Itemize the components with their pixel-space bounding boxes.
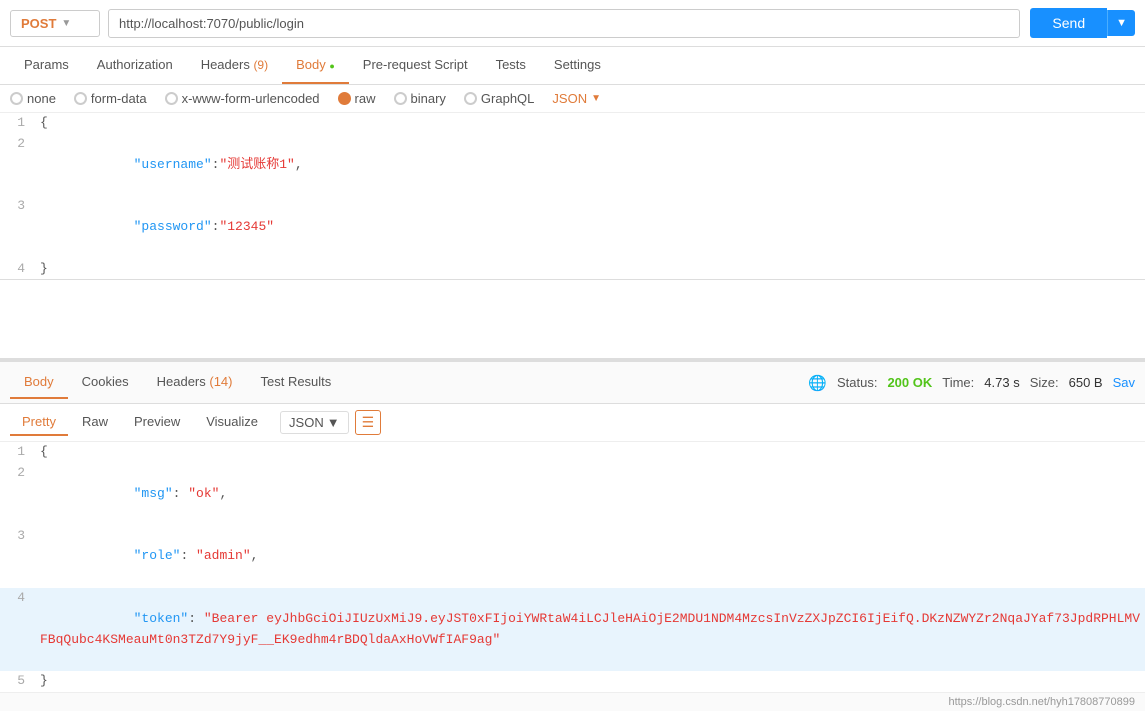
radio-binary xyxy=(394,92,407,105)
response-time: 4.73 s xyxy=(984,375,1019,390)
url-input[interactable] xyxy=(108,9,1020,38)
response-code-area: 1 { 2 "msg": "ok", 3 "role": "admin", 4 … xyxy=(0,442,1145,692)
wrap-icon-button[interactable]: ☰ xyxy=(355,410,382,435)
tab-authorization[interactable]: Authorization xyxy=(83,47,187,84)
format-arrow-icon: ▼ xyxy=(591,93,601,104)
format-selector[interactable]: JSON ▼ xyxy=(552,91,601,106)
radio-raw xyxy=(338,92,351,105)
resp-line-4: 4 "token": "Bearer eyJhbGciOiJIUzUxMiJ9.… xyxy=(0,588,1145,671)
resp-format-arrow-icon: ▼ xyxy=(327,415,340,430)
send-button-group: Send ▼ xyxy=(1030,8,1135,38)
radio-form-data xyxy=(74,92,87,105)
send-button[interactable]: Send xyxy=(1030,8,1107,38)
request-tabs: Params Authorization Headers (9) Body ● … xyxy=(0,47,1145,85)
tab-body[interactable]: Body ● xyxy=(282,47,349,84)
tab-settings[interactable]: Settings xyxy=(540,47,615,84)
resp-tab-headers[interactable]: Headers (14) xyxy=(143,366,247,399)
response-status-row: 🌐 Status: 200 OK Time: 4.73 s Size: 650 … xyxy=(808,374,1135,392)
format-label: JSON xyxy=(552,91,587,106)
tab-headers[interactable]: Headers (9) xyxy=(187,47,282,84)
radio-graphql xyxy=(464,92,477,105)
req-line-4: 4 } xyxy=(0,259,1145,280)
tab-tests[interactable]: Tests xyxy=(482,47,540,84)
opt-binary[interactable]: binary xyxy=(394,91,446,106)
footer-link: https://blog.csdn.net/hyh17808770899 xyxy=(948,696,1135,708)
footer: https://blog.csdn.net/hyh17808770899 xyxy=(0,692,1145,711)
opt-none[interactable]: none xyxy=(10,91,56,106)
opt-graphql[interactable]: GraphQL xyxy=(464,91,534,106)
opt-urlencoded[interactable]: x-www-form-urlencoded xyxy=(165,91,320,106)
request-code-lines: 1 { 2 "username":"测试账称1", 3 "password":"… xyxy=(0,113,1145,279)
editor-padding xyxy=(0,280,1145,360)
method-selector[interactable]: POST ▼ xyxy=(10,10,100,37)
request-code-area[interactable]: 1 { 2 "username":"测试账称1", 3 "password":"… xyxy=(0,113,1145,280)
wrap-lines-icon: ☰ xyxy=(362,414,375,431)
resp-line-1: 1 { xyxy=(0,442,1145,463)
rbt-preview[interactable]: Preview xyxy=(122,409,192,436)
response-header-bar: Body Cookies Headers (14) Test Results 🌐… xyxy=(0,360,1145,404)
method-arrow-icon: ▼ xyxy=(61,18,71,29)
resp-tab-body[interactable]: Body xyxy=(10,366,68,399)
req-line-2: 2 "username":"测试账称1", xyxy=(0,134,1145,196)
rbt-visualize[interactable]: Visualize xyxy=(194,409,270,436)
tab-prerequest[interactable]: Pre-request Script xyxy=(349,47,482,84)
resp-tab-test-results[interactable]: Test Results xyxy=(246,366,345,399)
response-tabs: Body Cookies Headers (14) Test Results xyxy=(10,366,345,399)
rbt-pretty[interactable]: Pretty xyxy=(10,409,68,436)
req-line-3: 3 "password":"12345" xyxy=(0,196,1145,258)
top-bar: POST ▼ Send ▼ xyxy=(0,0,1145,47)
opt-raw[interactable]: raw xyxy=(338,91,376,106)
radio-none xyxy=(10,92,23,105)
resp-format-label: JSON xyxy=(289,415,324,430)
resp-line-5: 5 } xyxy=(0,671,1145,692)
req-line-1: 1 { xyxy=(0,113,1145,134)
tab-params[interactable]: Params xyxy=(10,47,83,84)
response-size: 650 B xyxy=(1069,375,1103,390)
response-code-lines: 1 { 2 "msg": "ok", 3 "role": "admin", 4 … xyxy=(0,442,1145,692)
opt-form-data[interactable]: form-data xyxy=(74,91,147,106)
resp-body-tabs-row: Pretty Raw Preview Visualize JSON ▼ ☰ xyxy=(0,404,1145,442)
send-dropdown-button[interactable]: ▼ xyxy=(1107,10,1135,36)
method-label: POST xyxy=(21,16,56,31)
resp-line-2: 2 "msg": "ok", xyxy=(0,463,1145,525)
resp-format-selector[interactable]: JSON ▼ xyxy=(280,411,349,434)
rbt-raw[interactable]: Raw xyxy=(70,409,120,436)
save-link[interactable]: Sav xyxy=(1113,375,1135,390)
globe-icon: 🌐 xyxy=(808,374,827,392)
status-ok: 200 OK xyxy=(887,375,932,390)
resp-line-3: 3 "role": "admin", xyxy=(0,526,1145,588)
radio-urlencoded xyxy=(165,92,178,105)
resp-tab-cookies[interactable]: Cookies xyxy=(68,366,143,399)
body-options-row: none form-data x-www-form-urlencoded raw… xyxy=(0,85,1145,113)
